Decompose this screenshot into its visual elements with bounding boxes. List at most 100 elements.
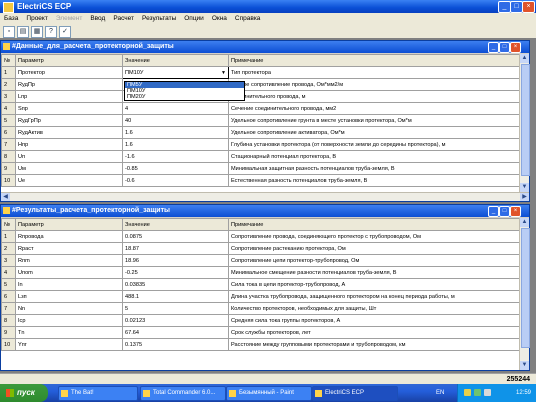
menu-okna[interactable]: Окна <box>208 13 231 24</box>
table-row[interactable]: 4 Sпр 4 Сечение соединительного провода, мм… <box>1 102 520 115</box>
table-row[interactable]: 8 Icp 0.02123 Средняя сила тока группы прот… <box>1 314 520 327</box>
win2-close-button[interactable]: × <box>510 206 521 217</box>
value-cell[interactable]: 4 <box>122 102 229 115</box>
value-cell[interactable]: 488.1 <box>122 290 229 303</box>
protector-type-dropdown-list[interactable]: ПМ5У ПМ10У ПМ20У <box>124 81 245 101</box>
value-cell[interactable]: 0.1375 <box>122 338 229 351</box>
dropdown-option[interactable]: ПМ20У <box>125 94 244 100</box>
new-file-icon[interactable]: ▫ <box>3 26 15 38</box>
win1-minimize-button[interactable]: _ <box>488 42 499 53</box>
scroll-up-arrow-icon[interactable]: ▲ <box>520 54 529 63</box>
scroll-thumb[interactable] <box>521 228 530 348</box>
column-header-value[interactable]: Значение <box>122 218 229 231</box>
value-cell[interactable]: 18.87 <box>122 242 229 255</box>
menu-spravka[interactable]: Справка <box>231 13 265 24</box>
chevron-down-icon[interactable]: ▼ <box>221 70 226 76</box>
value-cell[interactable]: 0.03835 <box>122 278 229 291</box>
table-row[interactable]: 9 Tn 67.64 Срок службы протекторов, лет <box>1 326 520 339</box>
menu-rezultaty[interactable]: Результаты <box>138 13 180 24</box>
table-row[interactable]: 9 Uм -0.85 Минимальная защитная разность по… <box>1 162 520 175</box>
table-row[interactable]: 1 Rпровода 0.0875 Сопротивление провода, со… <box>1 230 520 243</box>
table-row[interactable]: 8 Uп -1.6 Стационарный потенциал протектора… <box>1 150 520 163</box>
tray-icon[interactable] <box>484 389 491 396</box>
value-cell[interactable]: 1.6 <box>122 138 229 151</box>
input-data-horizontal-scrollbar[interactable]: ◀ ▶ <box>1 192 529 201</box>
parameter-cell: RудПр <box>15 78 123 91</box>
table-row[interactable]: 10 Uе -0.6 Естественная разность потенциало… <box>1 174 520 187</box>
win2-minimize-button[interactable]: _ <box>488 206 499 217</box>
save-icon[interactable]: ▦ <box>31 26 43 38</box>
language-indicator[interactable]: EN <box>436 384 444 402</box>
note-cell: Глубина установки протектора (от поверхн… <box>228 138 520 151</box>
value-cell[interactable]: -1.6 <box>122 150 229 163</box>
menu-proekt[interactable]: Проект <box>22 13 51 24</box>
input-data-window-title: #Данные_для_расчета_протекторной_защиты <box>12 43 174 50</box>
value-cell[interactable]: 1.6 <box>122 126 229 139</box>
open-folder-icon[interactable]: ▤ <box>17 26 29 38</box>
value-cell[interactable]: -0.25 <box>122 266 229 279</box>
table-row[interactable]: 5 In 0.03835 Сила тока в цепи протектор-тру… <box>1 278 520 291</box>
column-header-note[interactable]: Примечание <box>228 54 520 67</box>
scroll-down-arrow-icon[interactable]: ▼ <box>520 183 529 192</box>
value-cell[interactable]: 0.02123 <box>122 314 229 327</box>
check-icon[interactable]: ✓ <box>59 26 71 38</box>
scroll-up-arrow-icon[interactable]: ▲ <box>520 218 529 227</box>
column-header-number[interactable]: № <box>1 54 16 67</box>
value-cell[interactable]: 18.96 <box>122 254 229 267</box>
table-row[interactable]: 4 Uпоm -0.25 Минимальное смещение разности … <box>1 266 520 279</box>
menu-vvod[interactable]: Ввод <box>86 13 109 24</box>
table-row[interactable]: 6 RудАктив 1.6 Удельное сопротивление актив… <box>1 126 520 139</box>
win1-close-button[interactable]: × <box>510 42 521 53</box>
value-cell[interactable]: 40 <box>122 114 229 127</box>
table-row[interactable]: 2 Rраст 18.87 Сопротивление растеканию прот… <box>1 242 520 255</box>
table-row[interactable]: 3 Rпm 18.96 Сопротивление цепи протектор-тр… <box>1 254 520 267</box>
column-header-note[interactable]: Примечание <box>228 218 520 231</box>
table-row[interactable]: 7 Hпр 1.6 Глубина установки протектора (от … <box>1 138 520 151</box>
results-vertical-scrollbar[interactable]: ▲ ▼ <box>519 218 530 370</box>
table-row[interactable]: 7 Nn 5 Количество протекторов, необходимых … <box>1 302 520 315</box>
value-cell[interactable]: -0.6 <box>122 174 229 187</box>
column-header-value[interactable]: Значение <box>122 54 229 67</box>
row-number: 4 <box>1 102 16 115</box>
column-header-parameter[interactable]: Параметр <box>15 218 123 231</box>
input-data-vertical-scrollbar[interactable]: ▲ ▼ <box>519 54 530 192</box>
table-row[interactable]: 2 RудПр ельное сопротивление провода, Ом*м… <box>1 78 520 91</box>
scroll-right-arrow-icon[interactable]: ▶ <box>520 193 529 201</box>
column-header-number[interactable]: № <box>1 218 16 231</box>
table-row[interactable]: 3 Lпр соединительного провода, м <box>1 90 520 103</box>
taskbar-item-totalcommander[interactable]: Total Commander 6.0... <box>140 386 226 401</box>
table-row[interactable]: 1 Протектор ▼ ПМ10У Тип протектора <box>1 66 520 79</box>
tray-icon[interactable] <box>474 389 481 396</box>
menu-raschet[interactable]: Расчет <box>109 13 138 24</box>
value-cell[interactable]: 67.64 <box>122 326 229 339</box>
win2-maximize-button[interactable]: □ <box>499 206 510 217</box>
taskbar-item-electrics[interactable]: ElectriCS ECP <box>312 386 398 401</box>
table-row[interactable]: 6 Lзп 488.1 Длина участка трубопровода, защ… <box>1 290 520 303</box>
help-icon[interactable]: ? <box>45 26 57 38</box>
scroll-down-arrow-icon[interactable]: ▼ <box>520 361 529 370</box>
menu-baza[interactable]: База <box>0 13 22 24</box>
bat-icon <box>61 390 68 397</box>
value-cell[interactable]: 0.0875 <box>122 230 229 243</box>
combobox-value: ПМ10У <box>125 69 144 76</box>
menu-element[interactable]: Элемент <box>52 13 87 24</box>
scroll-left-arrow-icon[interactable]: ◀ <box>1 193 10 201</box>
win1-maximize-button[interactable]: □ <box>499 42 510 53</box>
taskbar-item-paint[interactable]: Безымянный - Paint <box>226 386 312 401</box>
value-cell[interactable]: 5 <box>122 302 229 315</box>
menu-optsii[interactable]: Опции <box>180 13 208 24</box>
task-label: The Bat! <box>71 390 94 396</box>
column-header-parameter[interactable]: Параметр <box>15 54 123 67</box>
task-label: ElectriCS ECP <box>325 390 365 396</box>
value-cell[interactable]: -0.85 <box>122 162 229 175</box>
taskbar-item-thebat[interactable]: The Bat! <box>58 386 138 401</box>
parameter-cell: Rраст <box>15 242 123 255</box>
table-row[interactable]: 5 RудГрПр 40 Удельное сопротивление грунта … <box>1 114 520 127</box>
scroll-thumb[interactable] <box>521 64 530 176</box>
start-button[interactable]: пуск <box>0 384 48 402</box>
close-button[interactable]: × <box>522 1 535 13</box>
parameter-cell: RудГрПр <box>15 114 123 127</box>
tray-icon[interactable] <box>464 389 471 396</box>
table-row[interactable]: 10 Yпг 0.1375 Расстояние между групповыми п… <box>1 338 520 351</box>
protector-type-combobox[interactable]: ▼ ПМ10У <box>122 66 229 79</box>
